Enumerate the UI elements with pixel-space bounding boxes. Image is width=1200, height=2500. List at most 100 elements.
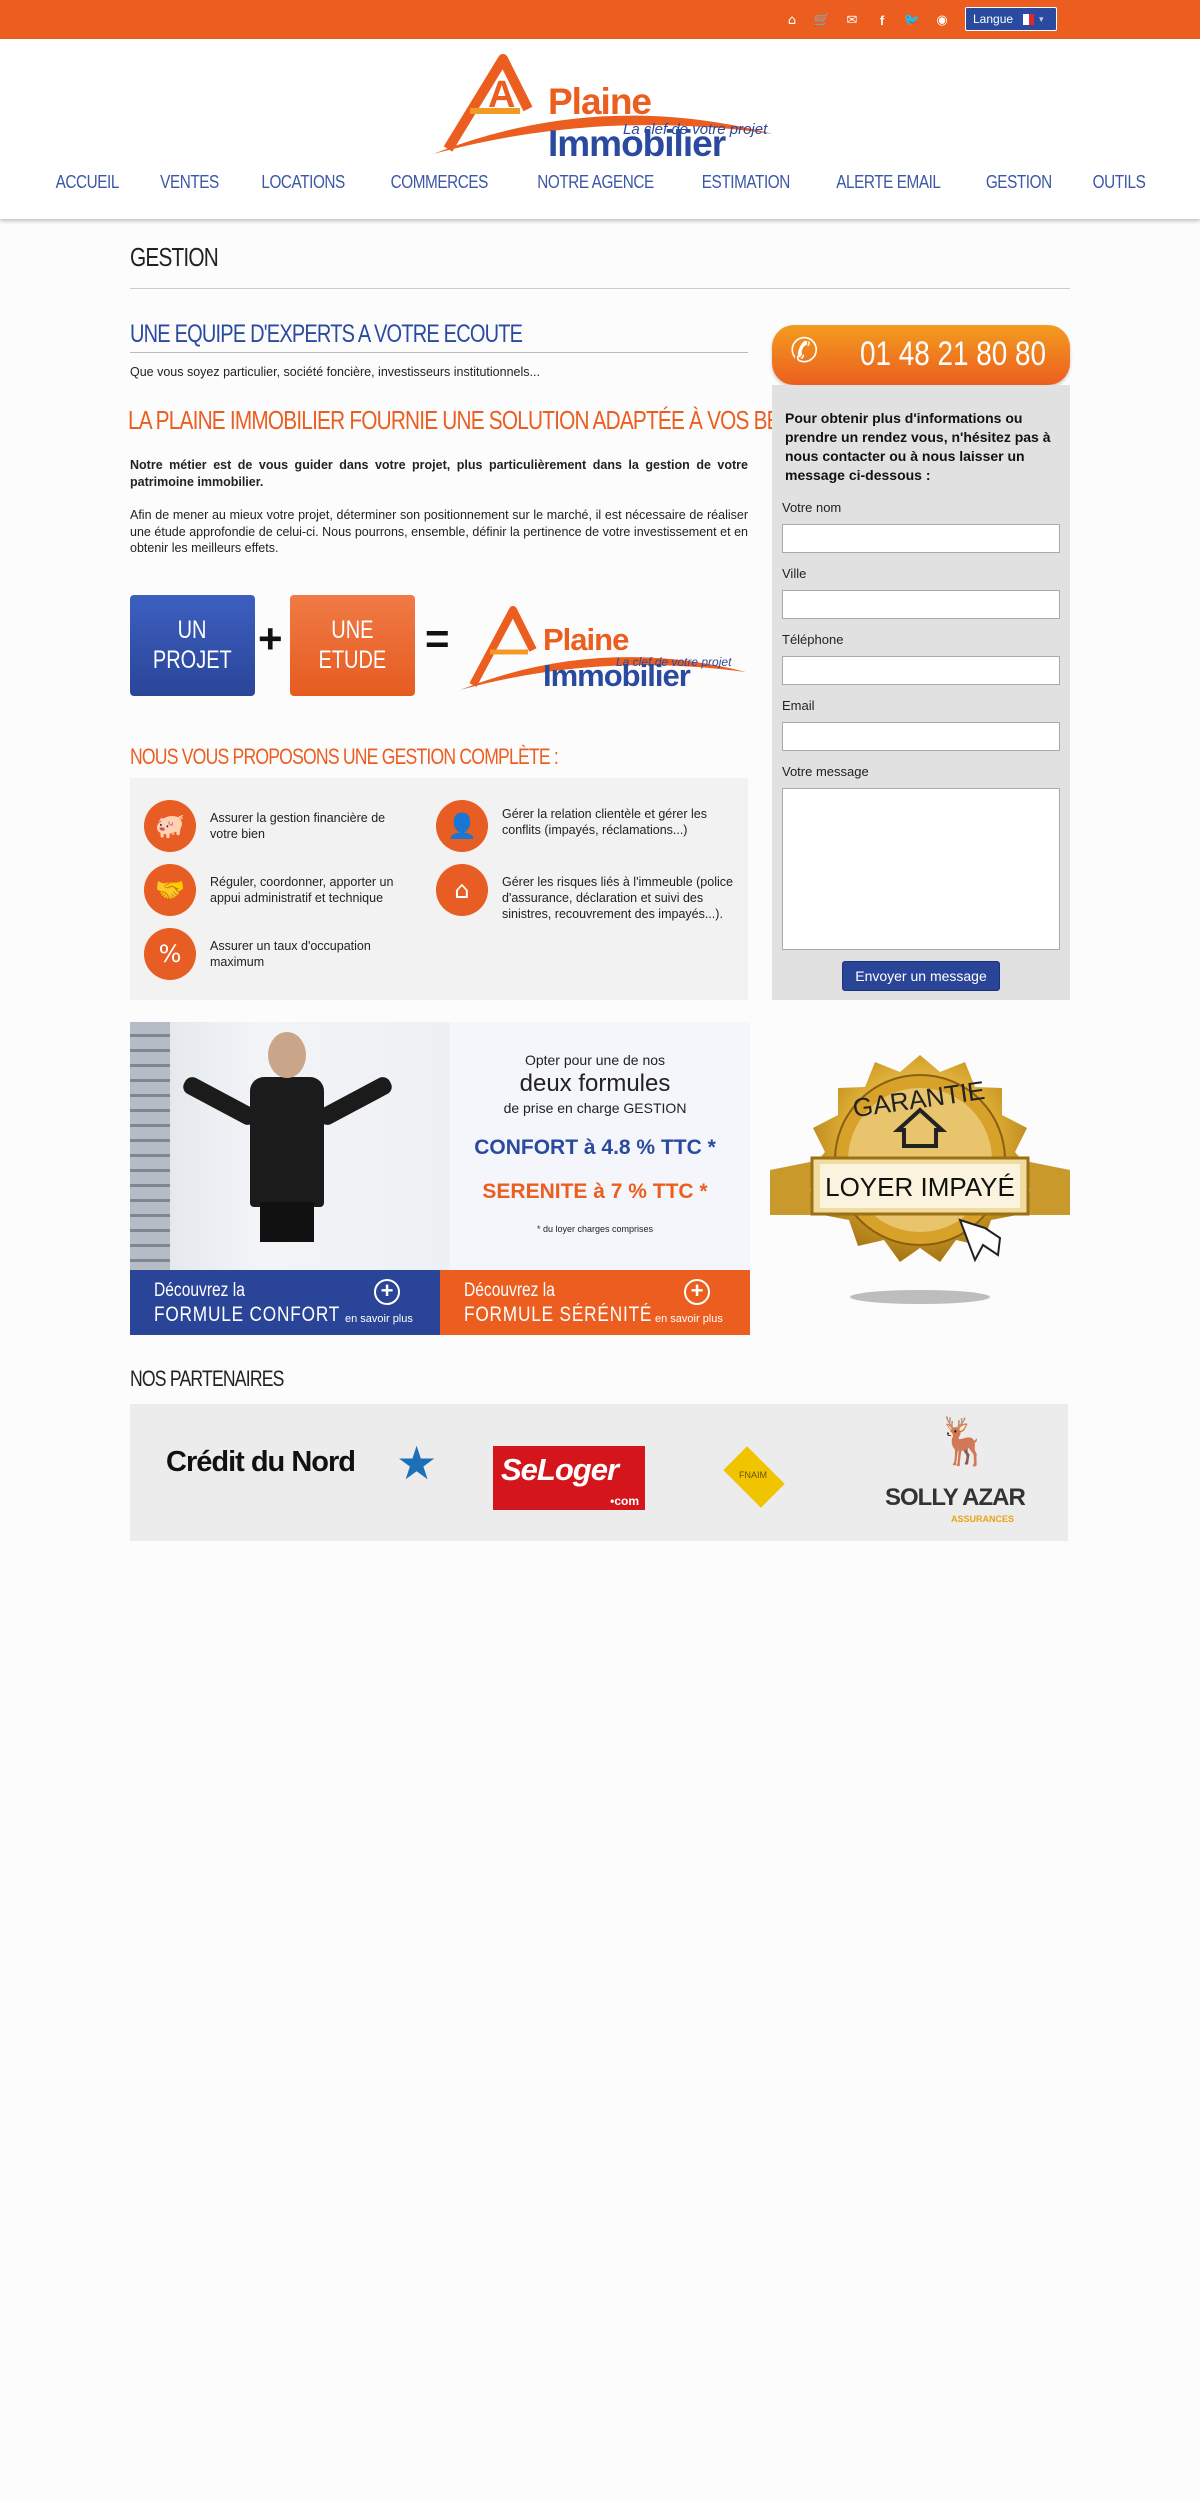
formule-confort-button[interactable]: Découvrez la FORMULE CONFORT + en savoir… — [130, 1270, 440, 1335]
logo-tagline: La clef de votre projet — [623, 121, 768, 138]
partners-heading: NOS PARTENAIRES — [130, 1366, 284, 1391]
offer-line2: deux formules — [519, 1070, 671, 1097]
city-input[interactable] — [782, 590, 1060, 619]
nav-notre-agence[interactable]: NOTRE AGENCE — [524, 172, 666, 193]
service-text: Assurer un taux d'occupation maximum — [210, 939, 371, 969]
nav-locations[interactable]: LOCATIONS — [249, 172, 358, 193]
language-selector[interactable]: Langue ▾ — [965, 7, 1057, 31]
credit-du-nord-logo[interactable]: Crédit du Nord — [166, 1446, 356, 1479]
site-logo[interactable]: A Plaine Immobilier La clef de votre pro… — [428, 49, 778, 164]
equals-sign: = — [425, 615, 450, 662]
email-input[interactable] — [782, 722, 1060, 751]
chevron-down-icon: ▾ — [1039, 13, 1044, 24]
projet-line1: UN — [178, 616, 207, 644]
partners-strip: Crédit du Nord ★ SeLoger •com FNAIM 🦌 SO… — [130, 1404, 1068, 1541]
seloger-suffix: •com — [610, 1494, 639, 1508]
home-icon[interactable]: ⌂ — [782, 11, 802, 29]
send-message-button[interactable]: Envoyer un message — [842, 961, 1000, 991]
offer-serenite: SERENITE à 7 % TTC * — [482, 1180, 708, 1203]
plus-icon: + — [374, 1279, 400, 1305]
contact-form: Pour obtenir plus d'informations ou pren… — [772, 385, 1070, 1000]
email-label: Email — [782, 698, 815, 713]
nav-commerces[interactable]: COMMERCES — [378, 172, 501, 193]
cta-bottom: FORMULE CONFORT — [154, 1303, 341, 1326]
offer-line1: Opter pour une de nos — [524, 1052, 666, 1068]
seloger-logo[interactable]: SeLoger •com — [493, 1446, 645, 1510]
phone-info-icon: ✆ — [790, 331, 819, 371]
service-item: 🐖 Assurer la gestion financière de votre… — [144, 800, 404, 852]
name-label: Votre nom — [782, 500, 842, 515]
phone-input[interactable] — [782, 656, 1060, 685]
star-icon: ★ — [396, 1436, 438, 1490]
phone-label: Téléphone — [782, 632, 844, 647]
logo-plaine: Plaine — [543, 622, 629, 657]
service-item: 👤 Gérer la relation clientèle et gérer l… — [436, 800, 736, 852]
experts-heading: UNE EQUIPE D'EXPERTS A VOTRE ECOUTE — [130, 320, 523, 348]
site-header: A Plaine Immobilier La clef de votre pro… — [0, 39, 1200, 219]
main-nav: ACCUEIL VENTES LOCATIONS COMMERCES NOTRE… — [0, 172, 1200, 193]
nav-outils[interactable]: OUTILS — [1079, 172, 1157, 193]
piggy-bank-icon: 🐖 — [144, 800, 196, 852]
deer-icon: 🦌 — [935, 1414, 993, 1468]
offers-banner: Opter pour une de nos deux formules de p… — [130, 1022, 750, 1335]
nav-estimation[interactable]: ESTIMATION — [689, 172, 803, 193]
contact-intro: Pour obtenir plus d'informations ou pren… — [785, 410, 1051, 483]
service-item: ⌂ Gérer les risques liés à l'immeuble (p… — [436, 864, 736, 922]
solly-azar-logo[interactable]: 🦌 SOLLY AZAR ASSURANCES — [885, 1414, 1035, 1529]
mail-icon[interactable]: ✉ — [842, 11, 862, 29]
nav-accueil[interactable]: ACCUEIL — [43, 172, 132, 193]
person-icon: 👤 — [436, 800, 488, 852]
plus-icon: + — [684, 1279, 710, 1305]
solly-azar-sub: ASSURANCES — [951, 1514, 1015, 1524]
cta-top: Découvrez la — [154, 1280, 245, 1301]
language-label: Langue — [973, 12, 1014, 26]
twitter-icon[interactable]: 🐦 — [902, 11, 922, 29]
service-item: % Assurer un taux d'occupation maximum — [144, 928, 404, 980]
page-title: GESTION — [130, 242, 219, 272]
cta-bottom: FORMULE SÉRÉNITÉ — [464, 1303, 653, 1326]
badge-shadow — [850, 1290, 990, 1304]
service-item: 🤝 Réguler, coordonner, apporter un appui… — [144, 864, 424, 916]
businessman-photo — [130, 1022, 450, 1270]
phone-banner[interactable]: ✆ 01 48 21 80 80 — [772, 325, 1070, 385]
name-input[interactable] — [782, 524, 1060, 553]
offer-line3: de prise en charge GESTION — [503, 1100, 687, 1116]
phone-number: 01 48 21 80 80 — [860, 335, 1047, 373]
experts-text: Que vous soyez particulier, société fonc… — [130, 365, 540, 379]
cta-more: en savoir plus — [345, 1313, 413, 1325]
service-text: Assurer la gestion financière de votre b… — [210, 811, 386, 841]
etude-line2: ETUDE — [318, 646, 387, 674]
svg-text:A: A — [488, 74, 515, 116]
logo-plaine: Plaine — [548, 81, 652, 122]
projet-box: UN PROJET — [130, 595, 255, 696]
projet-line2: PROJET — [153, 646, 232, 674]
cart-icon[interactable]: 🛒 — [812, 11, 832, 29]
service-text: Réguler, coordonner, apporter un appui a… — [210, 875, 394, 905]
service-text: Gérer la relation clientèle et gérer les… — [502, 807, 707, 837]
offer-text: Opter pour une de nos deux formules de p… — [440, 1022, 750, 1270]
services-panel: 🐖 Assurer la gestion financière de votre… — [130, 778, 748, 1000]
garantie-loyer-impaye-badge[interactable]: GARANTIE LOYER IMPAYÉ — [770, 1050, 1070, 1310]
nav-alerte-email[interactable]: ALERTE EMAIL — [824, 172, 954, 193]
message-textarea[interactable] — [782, 788, 1060, 950]
seloger-name: SeLoger — [501, 1452, 619, 1487]
intro-paragraph: Notre métier est de vous guider dans vot… — [130, 458, 748, 489]
nav-gestion[interactable]: GESTION — [973, 172, 1064, 193]
offer-confort: CONFORT à 4.8 % TTC * — [474, 1136, 716, 1159]
social-icons: ⌂ 🛒 ✉ f 🐦 ◉ — [782, 11, 952, 29]
handshake-icon: 🤝 — [144, 864, 196, 916]
gold-seal-icon: GARANTIE LOYER IMPAYÉ — [770, 1055, 1070, 1263]
formule-serenite-button[interactable]: Découvrez la FORMULE SÉRÉNITÉ + en savoi… — [440, 1270, 750, 1335]
equation-logo: Plaine Immobilier La clef de votre proje… — [458, 600, 748, 693]
study-paragraph: Afin de mener au mieux votre projet, dét… — [130, 508, 748, 555]
facebook-icon[interactable]: f — [872, 11, 892, 29]
cta-more: en savoir plus — [655, 1313, 723, 1325]
solly-azar-name: SOLLY AZAR — [885, 1484, 1026, 1511]
divider — [130, 288, 1070, 289]
city-label: Ville — [782, 566, 807, 581]
services-heading: NOUS VOUS PROPOSONS UNE GESTION COMPLÈTE… — [130, 744, 559, 769]
cta-top: Découvrez la — [464, 1280, 555, 1301]
percent-house-icon: % — [144, 928, 196, 980]
nav-ventes[interactable]: VENTES — [147, 172, 231, 193]
rss-icon[interactable]: ◉ — [932, 11, 952, 29]
